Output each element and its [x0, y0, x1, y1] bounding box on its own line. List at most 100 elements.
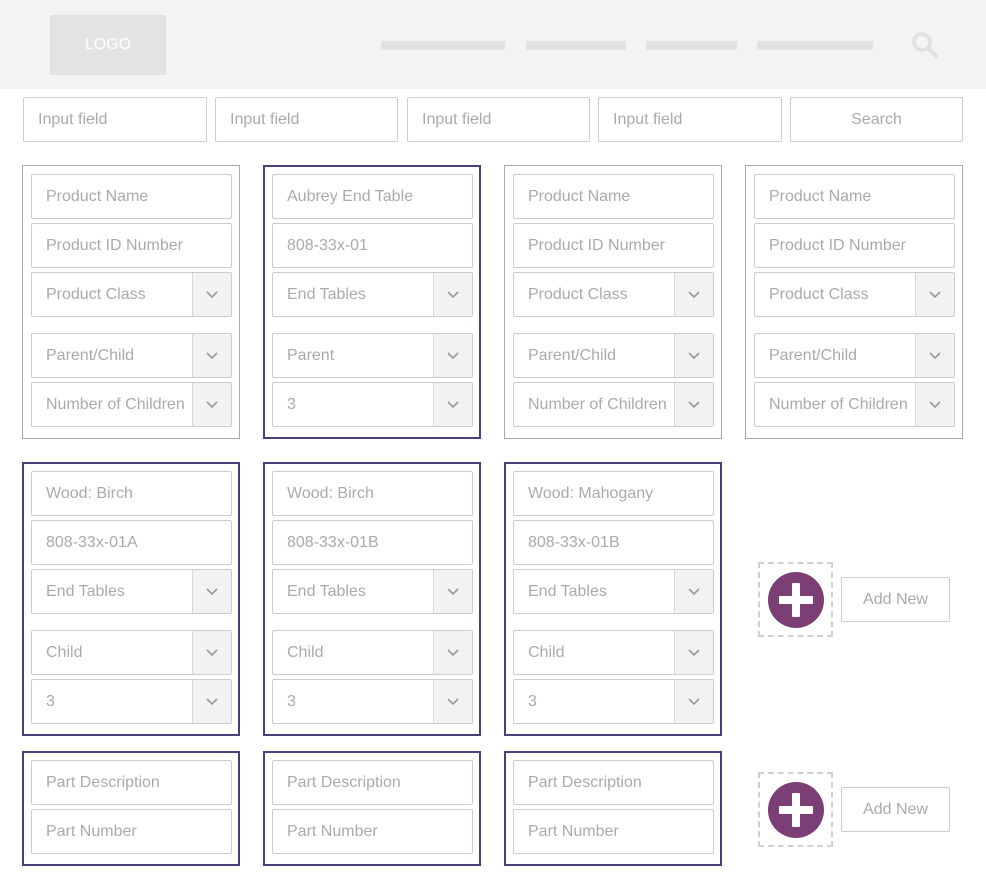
nav-link-1[interactable] [381, 41, 505, 50]
parent-child-select[interactable]: Child [513, 630, 714, 675]
part-description-field[interactable]: Part Description [513, 760, 714, 805]
select-value: Child [528, 643, 565, 661]
product-id-field[interactable]: 808-33x-01 [272, 223, 473, 268]
product-name-field[interactable]: Aubrey End Table [272, 174, 473, 219]
chevron-down-icon[interactable] [915, 273, 954, 316]
select-value: Child [287, 643, 324, 661]
number-of-children-select[interactable]: 3 [272, 382, 473, 427]
nav-link-2[interactable] [526, 41, 626, 50]
product-class-select[interactable]: End Tables [31, 569, 232, 614]
plus-circle-icon[interactable] [768, 572, 824, 628]
number-of-children-select[interactable]: 3 [31, 679, 232, 724]
chevron-down-icon[interactable] [192, 631, 231, 674]
parent-child-select[interactable]: Child [272, 630, 473, 675]
select-value: Product Class [46, 285, 146, 303]
nav-link-4[interactable] [757, 41, 873, 50]
product-class-select[interactable]: Product Class [513, 272, 714, 317]
select-value: Parent [287, 346, 335, 364]
plus-circle-icon[interactable] [768, 782, 824, 838]
select-value: Number of Children [528, 395, 667, 413]
part-description-field[interactable]: Part Description [31, 760, 232, 805]
chevron-down-icon[interactable] [433, 570, 472, 613]
select-value: Parent/Child [769, 346, 858, 364]
child-name-field[interactable]: Wood: Mahogany [513, 471, 714, 516]
select-value: End Tables [287, 582, 366, 600]
select-value: 3 [287, 692, 296, 710]
chevron-down-icon[interactable] [915, 334, 954, 377]
select-value: Parent/Child [528, 346, 617, 364]
chevron-down-icon[interactable] [674, 383, 713, 426]
parent-child-select[interactable]: Parent [272, 333, 473, 378]
product-id-field[interactable]: Product ID Number [513, 223, 714, 268]
chevron-down-icon[interactable] [674, 631, 713, 674]
add-new-child-button[interactable]: Add New [841, 577, 950, 622]
logo[interactable]: LOGO [50, 15, 166, 75]
add-child-dropzone[interactable] [758, 562, 833, 637]
part-description-field[interactable]: Part Description [272, 760, 473, 805]
select-value: Number of Children [46, 395, 185, 413]
chevron-down-icon[interactable] [433, 334, 472, 377]
product-class-select[interactable]: End Tables [272, 272, 473, 317]
select-value: Product Class [528, 285, 628, 303]
chevron-down-icon[interactable] [192, 570, 231, 613]
number-of-children-select[interactable]: 3 [272, 679, 473, 724]
product-class-select[interactable]: Product Class [754, 272, 955, 317]
select-value: Child [46, 643, 83, 661]
chevron-down-icon[interactable] [674, 680, 713, 723]
chevron-down-icon[interactable] [674, 273, 713, 316]
filter-input-1[interactable]: Input field [23, 97, 207, 142]
product-name-field[interactable]: Product Name [513, 174, 714, 219]
header: LOGO [0, 0, 986, 89]
product-id-field[interactable]: Product ID Number [31, 223, 232, 268]
chevron-down-icon[interactable] [192, 680, 231, 723]
part-number-field[interactable]: Part Number [513, 809, 714, 854]
parent-child-select[interactable]: Parent/Child [513, 333, 714, 378]
search-icon[interactable] [911, 31, 939, 59]
select-value: End Tables [287, 285, 366, 303]
part-number-field[interactable]: Part Number [31, 809, 232, 854]
child-name-field[interactable]: Wood: Birch [272, 471, 473, 516]
chevron-down-icon[interactable] [433, 631, 472, 674]
select-value: 3 [287, 395, 296, 413]
filter-input-3[interactable]: Input field [407, 97, 590, 142]
chevron-down-icon[interactable] [915, 383, 954, 426]
parent-child-select[interactable]: Parent/Child [31, 333, 232, 378]
number-of-children-select[interactable]: Number of Children [513, 382, 714, 427]
select-value: End Tables [46, 582, 125, 600]
parent-child-select[interactable]: Child [31, 630, 232, 675]
filter-input-4[interactable]: Input field [598, 97, 782, 142]
child-id-field[interactable]: 808-33x-01B [272, 520, 473, 565]
child-name-field[interactable]: Wood: Birch [31, 471, 232, 516]
number-of-children-select[interactable]: Number of Children [31, 382, 232, 427]
child-id-field[interactable]: 808-33x-01B [513, 520, 714, 565]
product-class-select[interactable]: Product Class [31, 272, 232, 317]
select-value: 3 [46, 692, 55, 710]
number-of-children-select[interactable]: 3 [513, 679, 714, 724]
chevron-down-icon[interactable] [674, 570, 713, 613]
select-value: Number of Children [769, 395, 908, 413]
parent-child-select[interactable]: Parent/Child [754, 333, 955, 378]
part-number-field[interactable]: Part Number [272, 809, 473, 854]
select-value: End Tables [528, 582, 607, 600]
chevron-down-icon[interactable] [433, 273, 472, 316]
chevron-down-icon[interactable] [433, 383, 472, 426]
product-class-select[interactable]: End Tables [513, 569, 714, 614]
chevron-down-icon[interactable] [192, 334, 231, 377]
chevron-down-icon[interactable] [433, 680, 472, 723]
select-value: Product Class [769, 285, 869, 303]
chevron-down-icon[interactable] [674, 334, 713, 377]
select-value: Parent/Child [46, 346, 135, 364]
number-of-children-select[interactable]: Number of Children [754, 382, 955, 427]
add-part-dropzone[interactable] [758, 772, 833, 847]
add-new-part-button[interactable]: Add New [841, 787, 950, 832]
search-button[interactable]: Search [790, 97, 963, 142]
chevron-down-icon[interactable] [192, 273, 231, 316]
product-class-select[interactable]: End Tables [272, 569, 473, 614]
child-id-field[interactable]: 808-33x-01A [31, 520, 232, 565]
nav-link-3[interactable] [646, 41, 737, 50]
product-name-field[interactable]: Product Name [31, 174, 232, 219]
product-name-field[interactable]: Product Name [754, 174, 955, 219]
product-id-field[interactable]: Product ID Number [754, 223, 955, 268]
chevron-down-icon[interactable] [192, 383, 231, 426]
filter-input-2[interactable]: Input field [215, 97, 398, 142]
